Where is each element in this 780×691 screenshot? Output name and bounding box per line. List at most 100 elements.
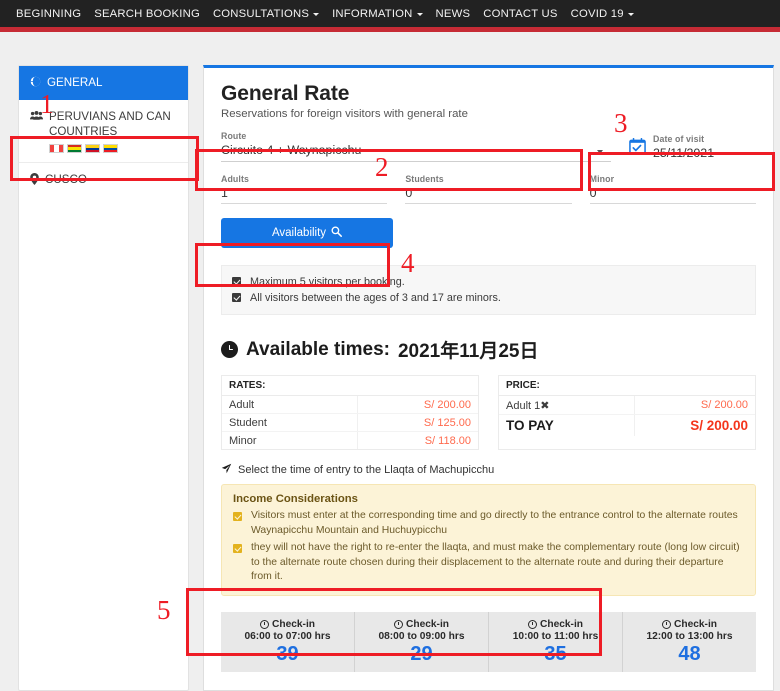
table-row: Student S/ 125.00 [222,413,478,433]
route-value: Circuito 4 + Waynapicchu [221,143,362,157]
nav-item-consultations[interactable]: CONSULTATIONS [212,7,320,20]
table-row: Adult 1✖ S/ 200.00 [499,395,755,416]
checkin-slot-range: 10:00 to 11:00 hrs [512,631,599,643]
main-content: General Rate Reservations for foreign vi… [203,65,774,691]
rate-category-sidebar: GENERAL PERUVIANS AND CAN COUNTRIES CUSC… [18,65,189,691]
checkin-slot-range: 06:00 to 07:00 hrs [244,631,331,643]
checkin-slot[interactable]: Check-in 08:00 to 09:00 hrs 29 [355,612,489,673]
adults-value: 1 [221,186,228,200]
rate-amount: S/ 125.00 [357,413,478,433]
search-icon [331,226,343,240]
rate-label: Adult [222,395,358,415]
route-label: Route [221,131,247,141]
table-row: Minor S/ 118.00 [222,431,478,450]
booking-notes: Maximum 5 visitors per booking. All visi… [221,265,756,316]
checkin-label: Check-in [539,619,584,631]
nav-item-information[interactable]: INFORMATION [332,8,423,20]
clock-icon [661,620,671,630]
income-consideration-item: they will not have the right to re-enter… [233,541,744,585]
checkin-slot-count: 29 [410,643,433,666]
checkin-slot-header: Check-in [627,619,752,630]
checkin-label: Check-in [271,619,316,631]
nav-item-covid-19[interactable]: COVID 19 [571,8,634,20]
available-times-date: 2021年11月25日 [397,341,539,363]
chevron-down-icon [313,13,320,16]
paper-plane-icon [221,463,232,477]
date-of-visit-value: 25/11/2021 [653,145,715,160]
income-consideration-item: Visitors must enter at the corresponding… [233,509,744,539]
nav-item-contact-us[interactable]: CONTACT US [483,8,557,20]
sidebar-item-cusco[interactable]: CUSCO [19,163,188,197]
availability-button[interactable]: Availability [221,218,393,248]
adults-input[interactable]: Adults 1 [221,174,388,204]
globe-icon [30,75,41,90]
adults-label: Adults [221,174,249,184]
nav-item-search-booking[interactable]: SEARCH BOOKING [94,8,200,20]
note-text: Maximum 5 visitors per booking. [250,276,405,288]
peru-flag [49,143,64,153]
clock-icon [393,620,403,630]
students-input[interactable]: Students 0 [405,174,572,204]
can-country-flags [49,143,177,153]
colombia-flag [85,143,100,153]
ecuador-flag [103,143,118,153]
minor-input[interactable]: Minor 0 [589,174,756,204]
rates-table-header: RATES: [222,376,478,397]
checkin-slot-header: Check-in [359,619,484,630]
rate-amount: S/ 118.00 [357,431,478,450]
date-of-visit-field[interactable]: Date of visit 25/11/2021 [629,131,714,162]
chevron-down-icon [597,150,603,154]
sidebar-item-peruvians-and-can-countries[interactable]: PERUVIANS AND CAN COUNTRIES [19,100,188,163]
rate-amount: S/ 200.00 [357,395,478,415]
checkin-slot-header: Check-in [493,619,618,630]
price-table-header: PRICE: [499,376,755,397]
nav-label: CONSULTATIONS [212,7,310,20]
clock-icon [221,341,238,359]
checkin-slot[interactable]: Check-in 10:00 to 11:00 hrs 35 [489,612,623,673]
chevron-down-icon [627,13,634,16]
check-icon [232,293,241,303]
chevron-down-icon [416,13,423,16]
checkin-slot[interactable]: Check-in 06:00 to 07:00 hrs 39 [221,612,355,673]
checkin-slot-count: 35 [544,643,567,666]
checkin-label: Check-in [405,619,450,631]
income-consideration-text: Visitors must enter at the corresponding… [251,510,738,537]
table-row: Adult S/ 200.00 [222,395,478,415]
table-row-total: TO PAY S/ 200.00 [499,414,755,436]
rates-table: RATES: Adult S/ 200.00 Student S/ 125.00… [221,375,479,451]
nav-label: BEGINNING [16,7,82,20]
price-table: PRICE: Adult 1✖ S/ 200.00 TO PAY S/ 200.… [498,375,756,451]
checkin-slot-count: 48 [678,643,701,666]
nav-item-beginning[interactable]: BEGINNING [16,8,81,20]
page-body: GENERAL PERUVIANS AND CAN COUNTRIES CUSC… [0,32,780,691]
rates-and-price-tables: RATES: Adult S/ 200.00 Student S/ 125.00… [221,375,756,451]
sidebar-item-label: PERUVIANS AND CAN COUNTRIES [49,109,171,139]
date-of-visit-label: Date of visit [653,133,705,144]
general-rate-card: General Rate Reservations for foreign vi… [203,65,774,691]
visitor-counts-row: Adults 1 Students 0 Minor 0 [221,174,756,204]
clock-icon [527,620,537,630]
checkin-slot-header: Check-in [225,619,350,630]
checkin-slot-range: 12:00 to 13:00 hrs [646,631,733,643]
clock-icon [259,620,269,630]
rate-label: Student [222,413,358,433]
price-label: Adult 1✖ [499,395,635,416]
users-icon [30,109,43,124]
nav-label: NEWS [435,7,471,20]
checkin-slot[interactable]: Check-in 12:00 to 13:00 hrs 48 [623,612,756,673]
income-considerations-title: Income Considerations [233,493,358,506]
available-times-prefix: Available times: [246,338,390,360]
sidebar-item-general[interactable]: GENERAL [19,66,188,100]
to-pay-label: TO PAY [506,418,554,434]
select-entry-text: Select the time of entry to the Llaqta o… [238,464,495,477]
nav-item-news[interactable]: NEWS [436,8,471,20]
check-icon [232,277,241,286]
nav-label: SEARCH BOOKING [94,7,200,20]
sidebar-item-label: GENERAL [47,76,103,89]
sidebar-item-label: CUSCO [45,172,87,186]
top-navbar: BEGINNING SEARCH BOOKING CONSULTATIONS I… [0,0,780,27]
price-amount: S/ 200.00 [634,395,755,416]
minor-value: 0 [589,186,597,200]
map-marker-icon [30,172,39,188]
route-select[interactable]: Route Circuito 4 + Waynapicchu [221,131,611,162]
